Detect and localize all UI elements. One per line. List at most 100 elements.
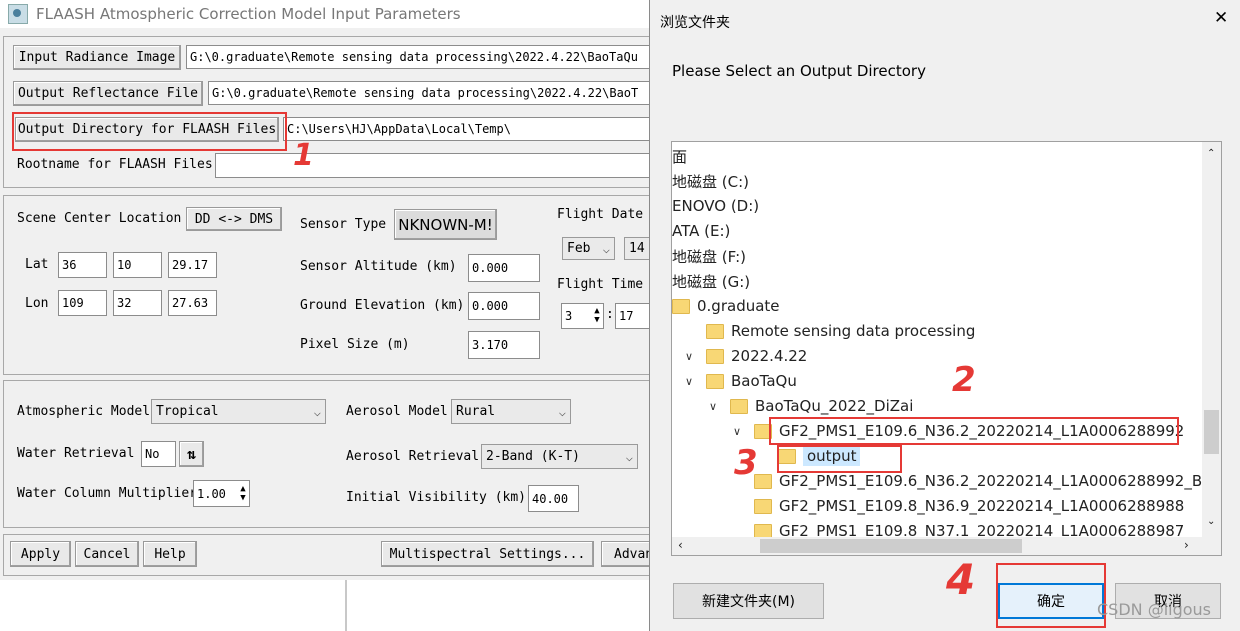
folder-tree-label: 0.graduate	[697, 297, 780, 315]
ground-elevation-input[interactable]: 0.000	[468, 292, 540, 320]
water-column-label: Water Column Multiplier	[17, 486, 198, 501]
expand-chevron-icon[interactable]: ∨	[706, 400, 720, 413]
multispectral-settings-button[interactable]: Multispectral Settings...	[381, 541, 594, 567]
flight-hour-spinner[interactable]: 3 ▲ ▼	[561, 303, 604, 329]
folder-icon	[672, 298, 690, 314]
scroll-up-icon[interactable]: ⌃	[1207, 148, 1215, 159]
folder-tree-item[interactable]: Remote sensing data processing	[706, 319, 975, 343]
output-directory-path[interactable]: C:\Users\HJ\AppData\Local\Temp\	[283, 117, 660, 141]
toggle-arrows-icon[interactable]: ⇅	[179, 441, 204, 467]
folder-tree-item[interactable]: ∨ BaoTaQu_2022_DiZai	[706, 394, 913, 418]
horizontal-scroll-thumb[interactable]	[760, 539, 1022, 553]
input-radiance-button[interactable]: Input Radiance Image	[13, 45, 181, 70]
annotation-box-output-dir	[12, 112, 287, 151]
flight-month-value: Feb	[567, 241, 591, 256]
close-icon[interactable]: ✕	[1214, 8, 1228, 28]
spin-arrows-icon[interactable]: ▲ ▼	[591, 307, 603, 325]
lat-minutes-input[interactable]: 10	[113, 252, 162, 278]
lon-degrees-input[interactable]: 109	[58, 290, 107, 316]
folder-tree-item[interactable]: 地磁盘 (C:)	[672, 169, 749, 193]
folder-tree-item[interactable]: 面	[672, 144, 687, 168]
folder-tree-item[interactable]: GF2_PMS1_E109.8_N36.9_20220214_L1A000628…	[754, 494, 1184, 518]
aerosol-model-label: Aerosol Model	[346, 404, 448, 419]
annotation-box-ok	[996, 563, 1106, 628]
new-folder-button[interactable]: 新建文件夹(M)	[673, 583, 824, 619]
envi-app-icon	[8, 4, 28, 24]
sensor-altitude-input[interactable]: 0.000	[468, 254, 540, 282]
aerosol-model-dropdown[interactable]: Rural ⌵	[451, 399, 571, 424]
input-radiance-path[interactable]: G:\0.graduate\Remote sensing data proces…	[186, 45, 660, 69]
spin-arrows-icon[interactable]: ▲ ▼	[237, 484, 249, 503]
vertical-scrollbar[interactable]: ⌃ ⌄	[1202, 142, 1221, 537]
help-button[interactable]: Help	[143, 541, 197, 567]
flight-hour-value: 3	[565, 309, 573, 323]
water-column-spinner[interactable]: 1.00 ▲ ▼	[193, 480, 250, 507]
ground-elevation-label: Ground Elevation (km)	[300, 298, 465, 313]
folder-icon	[706, 323, 724, 339]
dd-dms-button[interactable]: DD <-> DMS	[186, 207, 282, 231]
scroll-right-icon[interactable]: ›	[1184, 538, 1189, 552]
annotation-box-image-folder	[769, 417, 1179, 445]
dialog-title: 浏览文件夹	[660, 15, 730, 31]
expand-chevron-icon[interactable]: ∨	[730, 425, 744, 438]
folder-tree-label: 2022.4.22	[731, 347, 808, 365]
folder-icon	[754, 498, 772, 514]
dialog-prompt: Please Select an Output Directory	[672, 62, 926, 80]
aerosol-retrieval-dropdown[interactable]: 2-Band (K-T) ⌵	[481, 444, 638, 469]
aerosol-model-value: Rural	[456, 404, 496, 419]
flaash-window: FLAASH Atmospheric Correction Model Inpu…	[0, 0, 660, 631]
folder-tree[interactable]: 面地磁盘 (C:) ENOVO (D:) ATA (E:) 地磁盘 (F:) 地磁盘 (…	[671, 141, 1222, 556]
folder-tree-label: 地磁盘 (G:)	[672, 272, 751, 291]
folder-tree-label: BaoTaQu	[731, 372, 797, 390]
pixel-size-label: Pixel Size (m)	[300, 337, 410, 352]
folder-tree-item[interactable]: 地磁盘 (F:)	[672, 244, 746, 268]
apply-button[interactable]: Apply	[10, 541, 71, 567]
folder-tree-label: GF2_PMS1_E109.8_N36.9_20220214_L1A000628…	[779, 497, 1185, 515]
expand-chevron-icon[interactable]: ∨	[682, 350, 696, 363]
scroll-down-icon[interactable]: ⌄	[1207, 516, 1215, 527]
lat-seconds-input[interactable]: 29.17	[168, 252, 217, 278]
lat-degrees-input[interactable]: 36	[58, 252, 107, 278]
lon-minutes-input[interactable]: 32	[113, 290, 162, 316]
rootname-input[interactable]	[215, 153, 660, 178]
lat-label: Lat	[25, 257, 49, 272]
annotation-number-3: 3	[734, 443, 758, 483]
flight-date-label: Flight Date	[557, 207, 644, 222]
horizontal-scrollbar[interactable]: ‹ ›	[672, 537, 1221, 555]
sensor-type-button[interactable]: NKNOWN-M!	[394, 209, 497, 240]
aerosol-retrieval-label: Aerosol Retrieval	[346, 449, 480, 464]
pixel-size-input[interactable]: 3.170	[468, 331, 540, 359]
folder-tree-item[interactable]: ∨ BaoTaQu	[682, 369, 797, 393]
output-reflectance-button[interactable]: Output Reflectance File	[13, 81, 203, 106]
output-reflectance-path[interactable]: G:\0.graduate\Remote sensing data proces…	[208, 81, 660, 105]
time-separator: :	[606, 307, 614, 322]
cancel-button[interactable]: Cancel	[75, 541, 139, 567]
folder-tree-item[interactable]: 地磁盘 (G:)	[672, 269, 750, 293]
flight-minute-value: 17	[619, 309, 634, 323]
flight-time-label: Flight Time	[557, 277, 644, 292]
folder-tree-label: 面	[672, 147, 688, 166]
folder-tree-item[interactable]: 0.graduate	[672, 294, 780, 318]
flaash-titlebar: FLAASH Atmospheric Correction Model Inpu…	[0, 0, 660, 28]
scroll-left-icon[interactable]: ‹	[678, 538, 683, 552]
chevron-down-icon: ⌵	[625, 449, 633, 464]
folder-tree-item[interactable]: ∨ 2022.4.22	[682, 344, 807, 368]
vertical-scroll-thumb[interactable]	[1204, 410, 1219, 454]
atm-model-dropdown[interactable]: Tropical ⌵	[151, 399, 326, 424]
chevron-down-icon: ⌵	[558, 404, 566, 419]
folder-tree-label: 地磁盘 (C:)	[672, 172, 749, 191]
water-column-value: 1.00	[197, 486, 226, 501]
lon-label: Lon	[25, 296, 49, 311]
folder-tree-label: Remote sensing data processing	[731, 322, 976, 340]
folder-tree-item[interactable]: ATA (E:)	[672, 219, 730, 243]
annotation-number-1: 1	[293, 138, 314, 173]
initial-visibility-input[interactable]: 40.00	[528, 485, 579, 512]
initial-visibility-label: Initial Visibility (km)	[346, 490, 527, 505]
folder-tree-item[interactable]: ENOVO (D:)	[672, 194, 759, 218]
flight-month-dropdown[interactable]: Feb ⌵	[562, 237, 615, 260]
lon-seconds-input[interactable]: 27.63	[168, 290, 217, 316]
folder-tree-label: 地磁盘 (F:)	[672, 247, 746, 266]
folder-tree-label: ENOVO (D:)	[672, 197, 760, 215]
expand-chevron-icon[interactable]: ∨	[682, 375, 696, 388]
water-retrieval-value: No	[141, 441, 176, 467]
